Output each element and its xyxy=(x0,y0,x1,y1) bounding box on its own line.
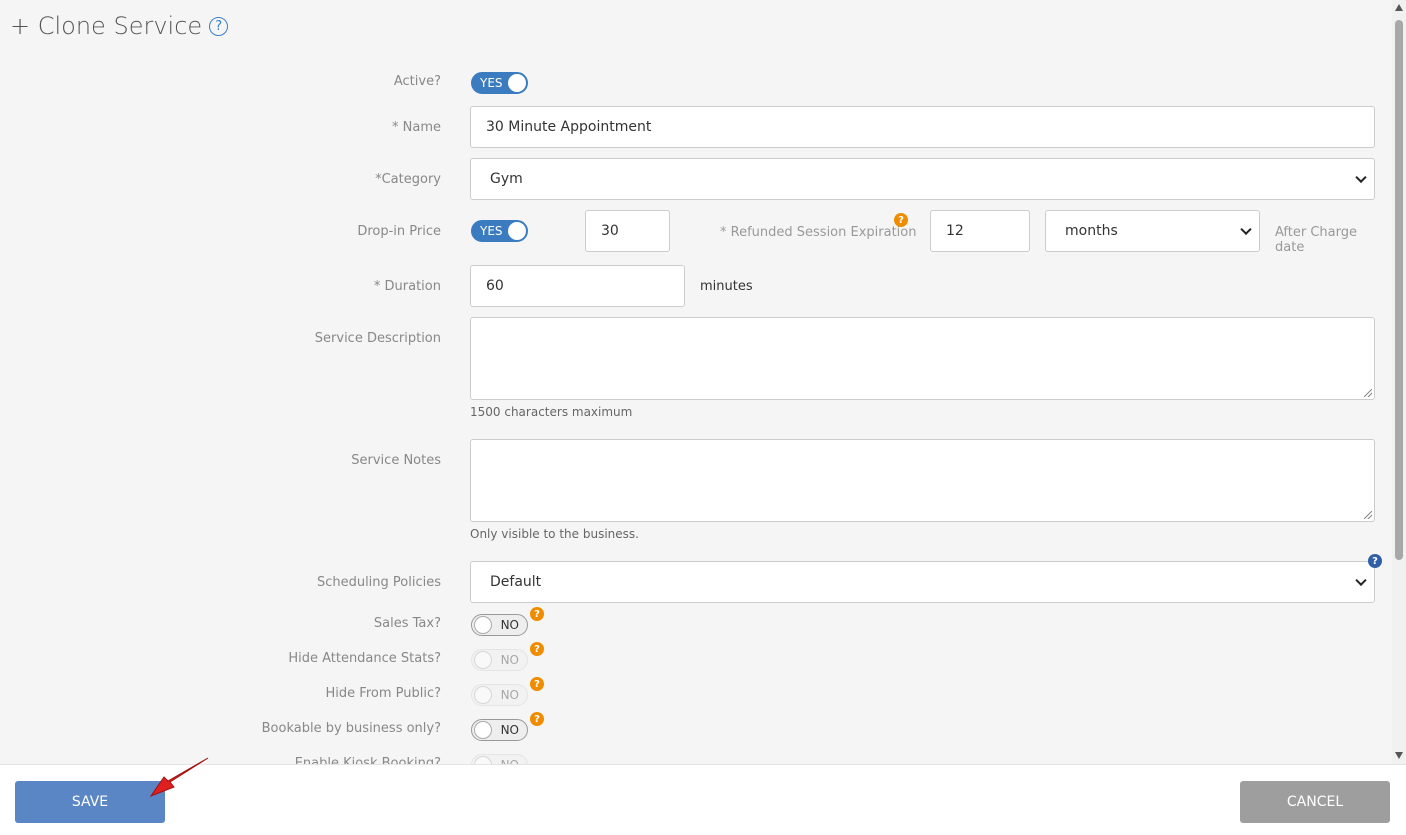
bookable-by-business-only-toggle-text: NO xyxy=(500,723,519,737)
bookable-by-business-only-label: Bookable by business only? xyxy=(261,721,441,736)
chevron-down-icon xyxy=(1240,223,1252,236)
service-description-textarea[interactable] xyxy=(470,317,1375,400)
question-circle-icon[interactable]: ? xyxy=(209,16,229,36)
bookable-by-business-only-toggle[interactable]: NO xyxy=(471,719,528,741)
sales-tax-toggle[interactable]: NO xyxy=(471,614,528,636)
toggle-knob xyxy=(508,74,526,92)
scheduling-policies-select[interactable]: Default xyxy=(470,561,1375,603)
scrollbar-thumb[interactable] xyxy=(1395,20,1403,560)
duration-label: * Duration xyxy=(373,279,441,294)
active-label: Active? xyxy=(393,74,441,89)
scheduling-policies-label: Scheduling Policies xyxy=(316,575,441,590)
question-badge-icon[interactable]: ? xyxy=(530,642,544,656)
form-scroll-area[interactable]: + Clone Service ? Active? YES * Name 30 … xyxy=(0,0,1392,764)
name-input[interactable]: 30 Minute Appointment xyxy=(470,106,1375,148)
duration-input[interactable]: 60 xyxy=(470,265,685,307)
sales-tax-toggle-text: NO xyxy=(500,618,519,632)
category-select[interactable]: Gym xyxy=(470,158,1375,200)
service-description-label: Service Description xyxy=(314,331,441,346)
toggle-knob xyxy=(474,721,492,739)
hide-attendance-stats-label: Hide Attendance Stats? xyxy=(288,651,441,666)
drop-in-price-label: Drop-in Price xyxy=(357,224,441,239)
service-description-hint: 1500 characters maximum xyxy=(470,405,633,419)
duration-unit: minutes xyxy=(700,279,753,294)
expiration-unit-select[interactable]: months xyxy=(1045,210,1260,252)
save-button[interactable]: SAVE xyxy=(15,781,165,823)
service-notes-textarea[interactable] xyxy=(470,439,1375,522)
drop-in-price-toggle-text: YES xyxy=(480,224,503,238)
toggle-knob xyxy=(474,651,492,669)
scroll-down-arrow-icon[interactable] xyxy=(1395,752,1403,759)
name-label: * Name xyxy=(392,120,441,135)
chevron-down-icon xyxy=(1355,171,1367,184)
hide-from-public-toggle[interactable]: NO xyxy=(471,684,528,706)
toggle-knob xyxy=(474,756,492,764)
scheduling-policies-value: Default xyxy=(490,574,542,590)
toggle-knob xyxy=(508,222,526,240)
question-badge-icon[interactable]: ? xyxy=(530,677,544,691)
page-title: + Clone Service ? xyxy=(10,12,229,40)
question-badge-icon[interactable]: ? xyxy=(530,607,544,621)
service-notes-hint: Only visible to the business. xyxy=(470,527,639,541)
sales-tax-label: Sales Tax? xyxy=(373,616,441,631)
expiration-unit-value: months xyxy=(1065,223,1118,239)
category-label: *Category xyxy=(375,172,441,187)
question-badge-icon[interactable]: ? xyxy=(530,712,544,726)
resize-handle[interactable] xyxy=(1364,511,1372,519)
scroll-up-arrow-icon[interactable] xyxy=(1395,4,1403,11)
enable-kiosk-booking-label: Enable Kiosk Booking? xyxy=(294,756,441,764)
enable-kiosk-booking-toggle[interactable]: NO xyxy=(471,754,528,764)
chevron-down-icon xyxy=(1355,574,1367,587)
hide-attendance-stats-toggle-text: NO xyxy=(500,653,519,667)
resize-handle[interactable] xyxy=(1364,389,1372,397)
toggle-knob xyxy=(474,616,492,634)
vertical-scrollbar[interactable] xyxy=(1392,0,1406,764)
refunded-session-expiration-input[interactable]: 12 xyxy=(930,210,1030,252)
hide-attendance-stats-toggle[interactable]: NO xyxy=(471,649,528,671)
active-toggle[interactable]: YES xyxy=(471,72,528,94)
active-toggle-text: YES xyxy=(480,76,503,90)
question-badge-icon[interactable]: ? xyxy=(1368,554,1382,568)
cancel-button[interactable]: CANCEL xyxy=(1240,781,1390,823)
form-footer: SAVE CANCEL xyxy=(0,764,1406,835)
after-charge-date-text: After Charge date xyxy=(1275,225,1357,255)
question-badge-icon[interactable]: ? xyxy=(894,213,908,227)
toggle-knob xyxy=(474,686,492,704)
hide-from-public-toggle-text: NO xyxy=(500,688,519,702)
drop-in-price-input[interactable]: 30 xyxy=(585,210,670,252)
page-title-text: + Clone Service xyxy=(10,12,203,40)
drop-in-price-toggle[interactable]: YES xyxy=(471,220,528,242)
hide-from-public-label: Hide From Public? xyxy=(325,686,441,701)
clone-service-page: + Clone Service ? Active? YES * Name 30 … xyxy=(0,0,1406,835)
service-notes-label: Service Notes xyxy=(351,453,441,468)
category-value: Gym xyxy=(490,171,523,187)
red-arrow-icon xyxy=(149,757,209,798)
refunded-session-expiration-label: * Refunded Session Expiration xyxy=(720,225,917,240)
